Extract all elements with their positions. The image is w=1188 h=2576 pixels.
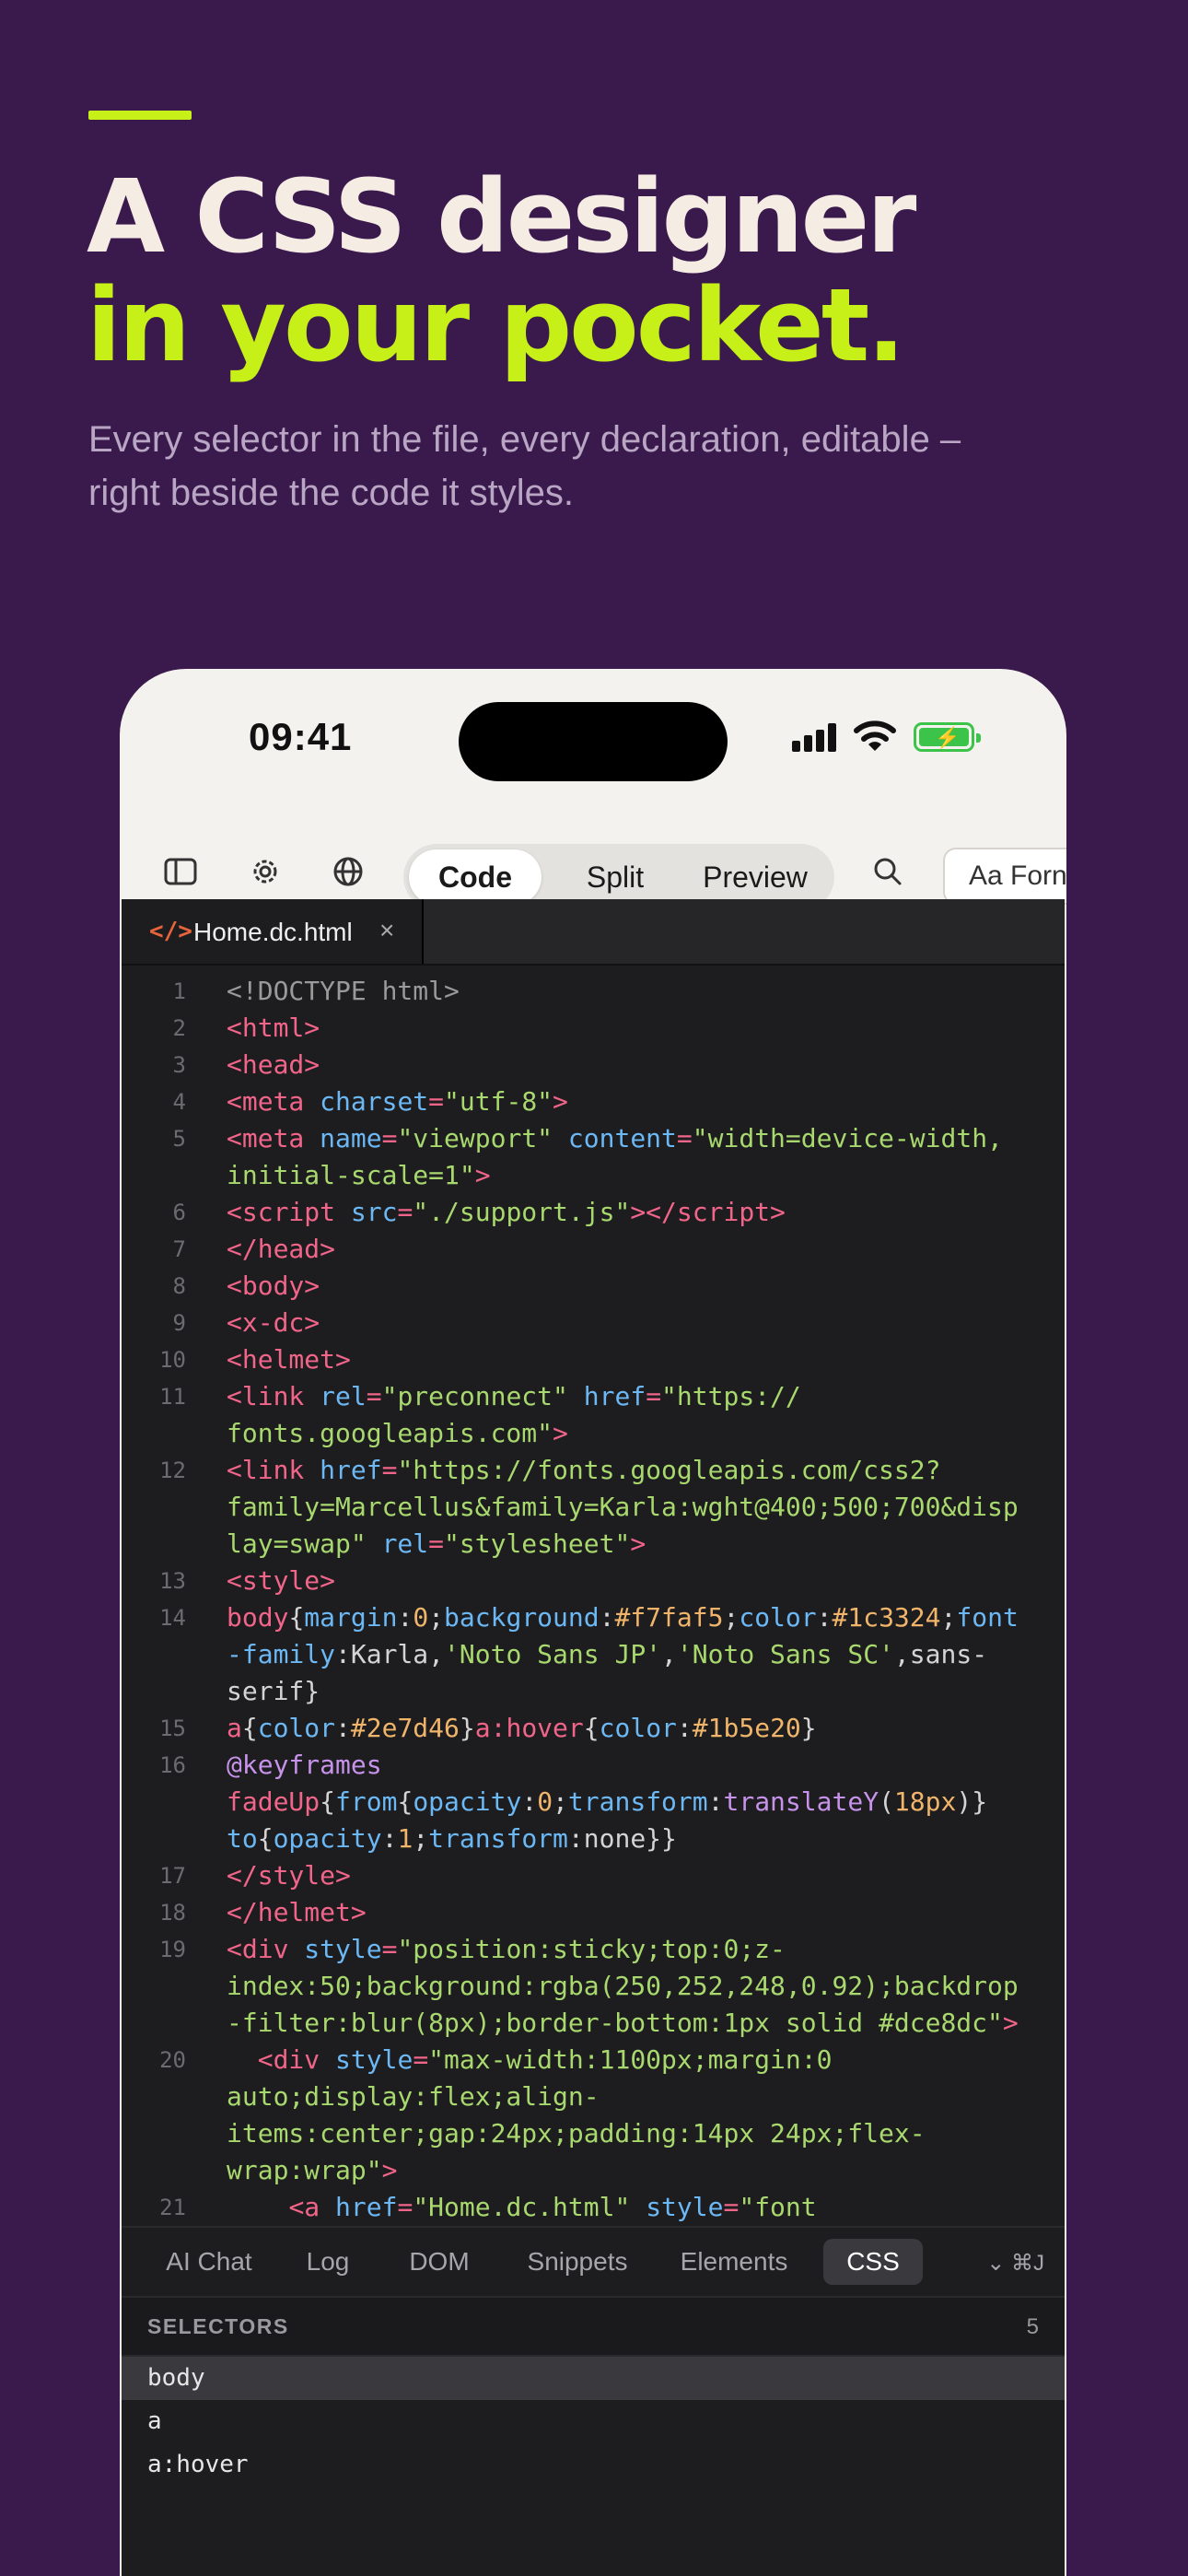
line-number: 14 — [159, 1605, 186, 1631]
line-number: 18 — [159, 1900, 186, 1926]
status-time: 09:41 — [249, 715, 353, 758]
selectors-label: SELECTORS — [147, 2314, 289, 2338]
line-number: 16 — [159, 1752, 186, 1778]
dynamic-island — [459, 702, 728, 781]
selector-item[interactable]: a — [122, 2400, 1065, 2443]
code-line: <meta name="viewport" content="width=dev… — [227, 1123, 1003, 1190]
close-icon[interactable]: × — [379, 916, 394, 945]
tab-ai-chat[interactable]: AI Chat — [149, 2239, 269, 2285]
segment-code[interactable]: Code — [409, 849, 542, 905]
line-number: 1 — [172, 978, 186, 1004]
subtitle-line-2: right beside the code it styles. — [88, 473, 574, 513]
line-number: 2 — [172, 1015, 186, 1041]
line-number: 19 — [159, 1937, 186, 1962]
code-line: <div style="max-width:1100px;margin:0 au… — [227, 2044, 926, 2185]
line-number: 5 — [172, 1126, 186, 1152]
code-line: </style> — [227, 1860, 351, 1891]
file-tab-bar: </> Home.dc.html × — [122, 899, 1065, 966]
selectors-header: SELECTORS 5 — [122, 2296, 1065, 2357]
code-line: <!DOCTYPE html> — [227, 976, 460, 1006]
line-number: 7 — [172, 1236, 186, 1262]
sidebar-icon[interactable] — [160, 851, 201, 892]
subtitle-line-1: Every selector in the file, every declar… — [88, 419, 961, 460]
line-number: 20 — [159, 2047, 186, 2073]
gear-icon[interactable] — [245, 851, 285, 892]
code-file-icon: </> — [149, 918, 192, 945]
line-number: 4 — [172, 1089, 186, 1115]
tab-elements[interactable]: Elements — [665, 2239, 803, 2285]
wifi-icon — [854, 720, 896, 751]
battery-charging-icon: ⚡ — [914, 722, 981, 752]
code-line: <div style="position:sticky;top:0;z- ind… — [227, 1934, 1019, 2038]
tab-log[interactable]: Log — [284, 2239, 372, 2285]
tab-snippets[interactable]: Snippets — [508, 2239, 646, 2285]
selectors-count: 5 — [1026, 2314, 1039, 2339]
code-line: <body> — [227, 1270, 320, 1301]
file-tab[interactable]: </> Home.dc.html × — [122, 899, 424, 964]
line-number: 13 — [159, 1568, 186, 1594]
code-line: @keyframes fadeUp{from{opacity:0;transfo… — [227, 1750, 988, 1854]
code-line: <helmet> — [227, 1344, 351, 1375]
collapse-panel-shortcut[interactable]: ⌄ ⌘J — [986, 2250, 1044, 2277]
tab-dom[interactable]: DOM — [389, 2239, 490, 2285]
tab-css[interactable]: CSS — [823, 2239, 923, 2285]
line-number: 8 — [172, 1273, 186, 1299]
line-number: 17 — [159, 1863, 186, 1889]
code-line: <script src="./support.js"></script> — [227, 1197, 786, 1227]
code-line: <x-dc> — [227, 1307, 320, 1338]
segment-split[interactable]: Split — [556, 849, 674, 905]
accent-bar — [88, 111, 192, 120]
code-line: <a href="Home.dc.html" style="font — [288, 2192, 817, 2222]
hero-subtitle: Every selector in the file, every declar… — [88, 413, 1101, 520]
line-number: 15 — [159, 1715, 186, 1741]
selector-item[interactable]: a:hover — [122, 2443, 1065, 2487]
phone-frame: 09:41 ⚡ Code Split Preview Aa Forn </> H… — [120, 669, 1066, 2576]
status-bar: 09:41 ⚡ — [120, 669, 1066, 807]
code-line: </head> — [227, 1234, 336, 1264]
code-line: <html> — [227, 1013, 320, 1043]
line-number: 6 — [172, 1200, 186, 1225]
code-line: body{margin:0;background:#f7faf5;color:#… — [227, 1602, 1019, 1706]
code-line: <link rel="preconnect" href="https:// fo… — [227, 1381, 801, 1448]
headline-line-2: in your pocket. — [87, 266, 905, 384]
line-number: 12 — [159, 1458, 186, 1483]
segment-preview[interactable]: Preview — [681, 849, 829, 905]
code-line: <meta charset="utf-8"> — [227, 1086, 568, 1117]
code-line: a{color:#2e7d46}a:hover{color:#1b5e20} — [227, 1713, 817, 1743]
line-number: 10 — [159, 1347, 186, 1373]
panel-tab-bar: AI Chat Log DOM Snippets Elements CSS ⌄ … — [122, 2226, 1065, 2298]
line-number: 21 — [159, 2195, 186, 2220]
line-number: 9 — [172, 1310, 186, 1336]
code-line: </helmet> — [227, 1897, 367, 1927]
hero-headline: A CSS designer in your pocket. — [87, 158, 916, 384]
code-line: <style> — [227, 1565, 336, 1596]
search-icon[interactable] — [868, 851, 908, 892]
selectors-list: body a a:hover — [122, 2357, 1065, 2487]
line-number: 11 — [159, 1384, 186, 1410]
code-line: <link href="https://fonts.googleapis.com… — [227, 1455, 1019, 1559]
selector-item[interactable]: body — [122, 2357, 1065, 2400]
line-number: 3 — [172, 1052, 186, 1078]
file-tab-name: Home.dc.html — [193, 918, 353, 946]
code-line: <head> — [227, 1049, 320, 1080]
headline-line-1: A CSS designer — [87, 158, 916, 275]
globe-icon[interactable] — [328, 851, 368, 892]
format-button[interactable]: Aa Forn — [943, 848, 1066, 905]
code-area[interactable]: 1 <!DOCTYPE html> 2 <html> 3 <head> 4 <m… — [122, 973, 1065, 2226]
code-editor: </> Home.dc.html × 1 <!DOCTYPE html> 2 <… — [122, 899, 1065, 2576]
signal-icon — [792, 722, 840, 752]
